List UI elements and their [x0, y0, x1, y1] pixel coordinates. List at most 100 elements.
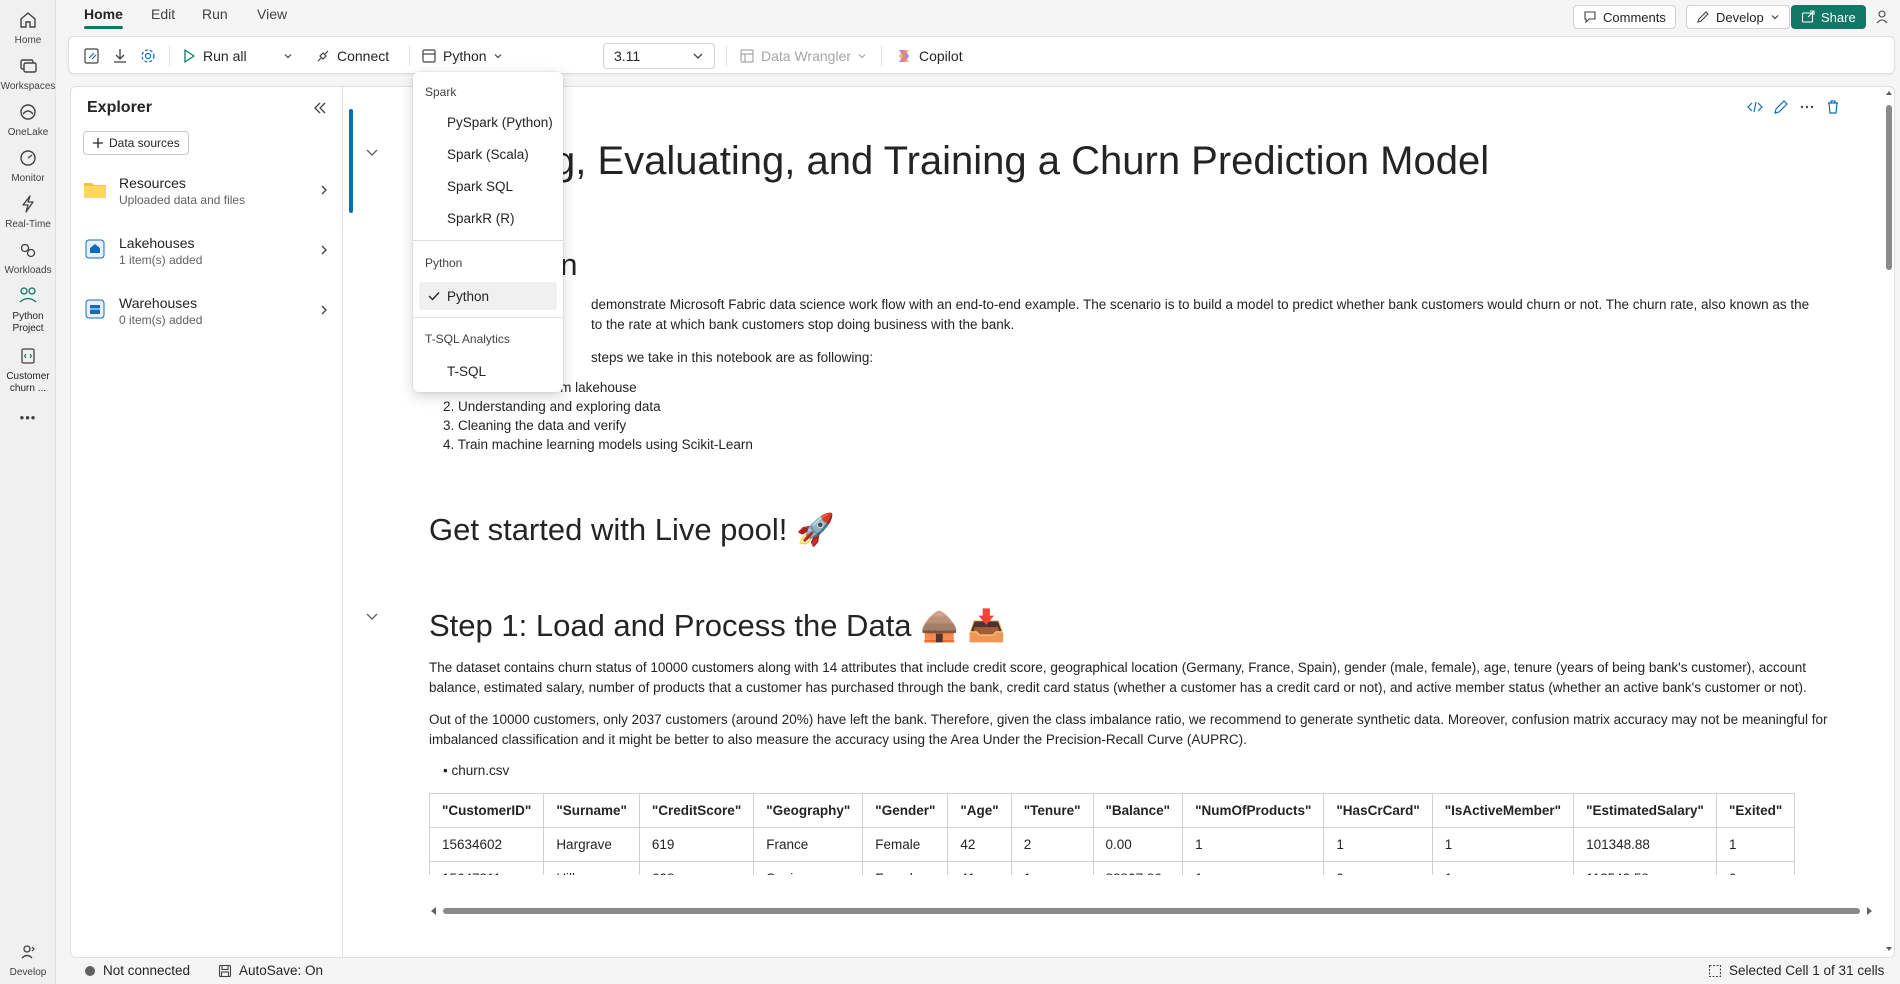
- table-row: 15647311 Hill 608 Spain Female 41 1 8380…: [429, 861, 1796, 875]
- onelake-icon: [16, 100, 40, 124]
- rail-item-onelake[interactable]: OneLake: [0, 100, 56, 139]
- run-all-dropdown[interactable]: [283, 44, 293, 68]
- notebook-icon: [16, 344, 40, 368]
- save-notebook-button[interactable]: [83, 44, 101, 68]
- copilot-button[interactable]: Copilot: [895, 44, 963, 68]
- rail-item-monitor[interactable]: Monitor: [0, 146, 56, 185]
- edit-cell-icon[interactable]: [1773, 99, 1789, 115]
- tab-edit[interactable]: Edit: [151, 6, 175, 22]
- table-cell: 112542.58: [1573, 861, 1717, 875]
- run-all-label: Run all: [203, 48, 247, 64]
- copilot-icon: [895, 47, 913, 65]
- rail-more-button[interactable]: •••: [0, 411, 56, 424]
- step1-heading: Step 1: Load and Process the Data 🛖 📥: [429, 608, 1006, 643]
- tab-run[interactable]: Run: [202, 6, 228, 22]
- table-row: 15634602 Hargrave 619 France Female 42 2…: [429, 827, 1796, 862]
- explorer-item-warehouses[interactable]: Warehouses 0 item(s) added: [71, 287, 341, 335]
- share-button[interactable]: Share: [1791, 5, 1866, 29]
- table-horizontal-scrollbar[interactable]: [429, 905, 1874, 915]
- python-version-select[interactable]: 3.11: [603, 43, 715, 69]
- rail-item-develop[interactable]: Develop: [0, 940, 56, 979]
- table-header-row: "CustomerID" "Surname" "CreditScore" "Ge…: [429, 793, 1796, 828]
- table-cell: Female: [862, 827, 949, 862]
- column-header: "Tenure": [1010, 793, 1094, 828]
- toolbar-divider: [881, 46, 882, 66]
- menu-item-spark-scala[interactable]: Spark (Scala): [419, 140, 557, 168]
- chevron-down-icon: [1770, 12, 1780, 22]
- collapse-cell-button[interactable]: [363, 143, 381, 161]
- scrollbar-thumb[interactable]: [1886, 105, 1892, 270]
- rail-item-workspaces[interactable]: Workspaces: [0, 54, 56, 93]
- steps-intro: steps we take in this notebook are as fo…: [591, 350, 874, 365]
- chevron-right-icon: [317, 303, 331, 317]
- menu-item-pyspark[interactable]: PySpark (Python): [419, 108, 557, 136]
- scroll-left-icon: [431, 907, 436, 915]
- settings-button[interactable]: [139, 44, 157, 68]
- warehouse-icon: [83, 297, 107, 321]
- explorer-item-subtitle: 0 item(s) added: [119, 313, 203, 327]
- rail-item-customer-churn[interactable]: Customer churn ...: [0, 344, 56, 395]
- top-menu-bar: Home Edit Run View Comments Develop Shar…: [56, 0, 1900, 34]
- table-cell: 1: [1715, 827, 1796, 862]
- menu-item-spark-sql[interactable]: Spark SQL: [419, 172, 557, 200]
- workloads-icon: [16, 238, 40, 262]
- connect-button[interactable]: Connect: [315, 44, 389, 68]
- connection-status[interactable]: Not connected: [84, 963, 190, 978]
- develop-button[interactable]: Develop: [1686, 5, 1790, 29]
- language-select[interactable]: Python: [421, 44, 503, 68]
- download-button[interactable]: [111, 44, 129, 68]
- delete-cell-icon[interactable]: [1825, 99, 1841, 115]
- data-wrangler-label: Data Wrangler: [761, 48, 852, 64]
- column-header: "EstimatedSalary": [1573, 793, 1717, 828]
- more-options-icon[interactable]: [1799, 99, 1815, 115]
- rail-label: Real-Time: [5, 219, 51, 230]
- collapse-explorer-button[interactable]: [311, 99, 329, 117]
- table-cell: 0: [1715, 861, 1796, 875]
- table-cell: 42: [947, 827, 1012, 862]
- autosave-label: AutoSave: On: [239, 963, 324, 978]
- explorer-item-lakehouses[interactable]: Lakehouses 1 item(s) added: [71, 227, 341, 275]
- chevron-down-icon: [692, 50, 704, 62]
- run-all-button[interactable]: Run all: [181, 44, 247, 68]
- column-header: "Balance": [1092, 793, 1184, 828]
- menu-divider: [413, 317, 563, 318]
- tab-home[interactable]: Home: [84, 6, 123, 29]
- rail-item-workloads[interactable]: Workloads: [0, 238, 56, 277]
- data-wrangler-button[interactable]: Data Wrangler: [739, 44, 867, 68]
- connection-status-label: Not connected: [103, 963, 191, 978]
- menu-item-sparkr[interactable]: SparkR (R): [419, 204, 557, 232]
- explorer-item-resources[interactable]: Resources Uploaded data and files: [71, 167, 341, 215]
- python-project-icon: [16, 284, 40, 308]
- menu-group-header: Spark: [425, 85, 457, 99]
- rail-item-python-project[interactable]: Python Project: [0, 284, 56, 335]
- menu-item-label: Spark SQL: [447, 178, 514, 194]
- rail-item-home[interactable]: Home: [0, 8, 56, 47]
- add-data-sources-button[interactable]: Data sources: [83, 131, 189, 155]
- play-icon: [181, 48, 197, 64]
- home-icon: [16, 8, 40, 32]
- comments-button[interactable]: Comments: [1573, 5, 1676, 29]
- table-cell: 2: [1010, 827, 1094, 862]
- collapse-cell-button[interactable]: [363, 607, 381, 625]
- table-cell: France: [753, 827, 864, 862]
- develop-icon: [16, 940, 40, 964]
- rail-label: Workloads: [4, 265, 52, 276]
- menu-item-tsql[interactable]: T-SQL: [419, 357, 557, 385]
- left-nav-rail: Home Workspaces OneLake Monitor Real-Tim…: [0, 0, 56, 984]
- menu-item-python[interactable]: Python: [419, 282, 557, 310]
- code-view-icon[interactable]: [1747, 99, 1763, 115]
- rail-item-real-time[interactable]: Real-Time: [0, 192, 56, 231]
- column-header: "CreditScore": [638, 793, 755, 828]
- tab-view[interactable]: View: [257, 6, 287, 22]
- intro-paragraph-line-2: to the rate at which bank customers stop…: [591, 317, 1015, 332]
- status-dot-icon: [84, 965, 96, 977]
- scrollbar-thumb[interactable]: [443, 908, 1860, 914]
- menu-item-label: Python: [447, 288, 490, 304]
- account-icon[interactable]: [1872, 6, 1894, 28]
- selection-status: Selected Cell 1 of 31 cells: [1708, 963, 1884, 978]
- chevron-down-icon: [366, 613, 378, 620]
- table-cell: Spain: [753, 861, 864, 875]
- autosave-status[interactable]: AutoSave: On: [218, 963, 323, 978]
- editor-vertical-scrollbar[interactable]: [1883, 87, 1894, 957]
- notebook-toolbar: Run all Connect Python 3.11 Data Wrangle…: [68, 36, 1895, 74]
